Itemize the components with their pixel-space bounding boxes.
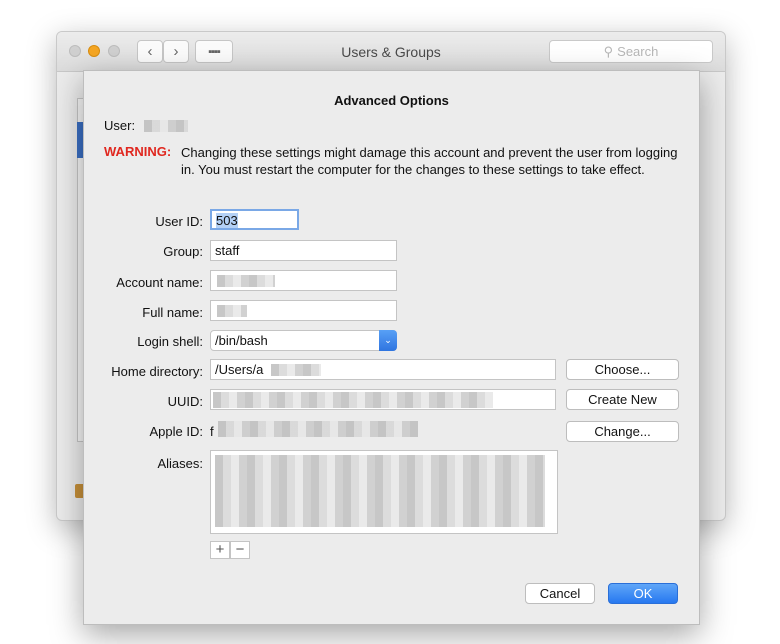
user-name-redacted: [144, 120, 188, 132]
home-directory-field[interactable]: /Users/a: [210, 359, 556, 380]
account-name-label: Account name:: [116, 275, 203, 290]
choose-button[interactable]: Choose...: [566, 359, 679, 380]
add-alias-button[interactable]: +: [210, 541, 230, 559]
account-name-field[interactable]: [210, 270, 397, 291]
full-name-redacted: [217, 305, 247, 317]
group-field[interactable]: staff: [210, 240, 397, 261]
change-button[interactable]: Change...: [566, 421, 679, 442]
apple-id-value: f: [210, 424, 214, 439]
search-placeholder: Search: [617, 44, 659, 59]
uuid-label: UUID:: [167, 394, 203, 409]
user-id-value: 503: [216, 213, 238, 228]
account-name-redacted: [217, 275, 275, 287]
login-shell-label: Login shell:: [137, 334, 203, 349]
aliases-label: Aliases:: [157, 456, 203, 471]
ok-button[interactable]: OK: [608, 583, 678, 604]
user-id-field[interactable]: 503: [210, 209, 299, 230]
uuid-redacted: [213, 392, 493, 408]
chevron-down-icon: ⌄: [379, 330, 397, 351]
uuid-field[interactable]: [210, 389, 556, 410]
search-input[interactable]: ⚲ Search: [549, 40, 713, 63]
login-shell-value: /bin/bash: [215, 333, 268, 348]
user-id-label: User ID:: [155, 214, 203, 229]
apple-id-redacted: [218, 421, 418, 437]
advanced-options-sheet: Advanced Options User: WARNING: Changing…: [83, 70, 700, 625]
full-name-label: Full name:: [142, 305, 203, 320]
warning-label: WARNING:: [104, 144, 172, 159]
search-icon: ⚲: [603, 43, 614, 59]
warning-text: Changing these settings might damage thi…: [181, 145, 678, 177]
create-new-button[interactable]: Create New: [566, 389, 679, 410]
full-name-field[interactable]: [210, 300, 397, 321]
apple-id-label: Apple ID:: [149, 424, 203, 439]
user-label: User:: [104, 118, 136, 133]
remove-alias-button[interactable]: −: [230, 541, 250, 559]
sheet-title: Advanced Options: [334, 93, 449, 108]
group-label: Group:: [163, 244, 203, 259]
aliases-redacted: [215, 455, 545, 527]
home-directory-value: /Users/a: [215, 362, 264, 377]
home-directory-label: Home directory:: [111, 364, 203, 379]
aliases-list[interactable]: [210, 450, 558, 534]
title-bar: ‹ › ▪▪▪▪ Users & Groups ⚲ Search: [57, 32, 725, 72]
login-shell-popup[interactable]: /bin/bash ⌄: [210, 330, 397, 351]
cancel-button[interactable]: Cancel: [525, 583, 595, 604]
home-directory-redacted: [271, 364, 321, 376]
